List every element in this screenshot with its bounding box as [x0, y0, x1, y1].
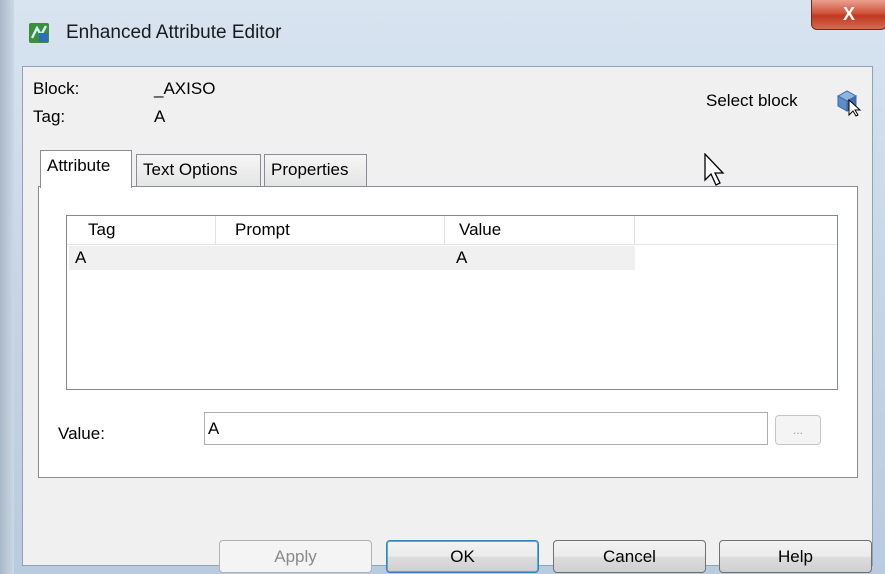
column-header-value[interactable]: Value [445, 216, 635, 244]
title-bar[interactable]: Enhanced Attribute Editor X [14, 0, 885, 66]
block-label: Block: [33, 79, 80, 98]
cancel-button[interactable]: Cancel [553, 540, 706, 573]
browse-button[interactable]: ... [775, 415, 821, 445]
apply-button[interactable]: Apply [219, 540, 372, 573]
list-header: Tag Prompt Value [67, 216, 837, 245]
tab-attribute[interactable]: Attribute [40, 150, 132, 188]
close-button[interactable]: X [811, 0, 885, 30]
column-header-empty [635, 216, 837, 244]
window-border [0, 0, 14, 574]
tag-label: Tag: [33, 107, 66, 126]
column-header-prompt[interactable]: Prompt [216, 216, 445, 244]
dialog-window: Enhanced Attribute Editor X Block: _AXIS… [0, 0, 885, 574]
select-block-icon[interactable] [832, 87, 862, 117]
attribute-list[interactable]: Tag Prompt Value A A [66, 215, 838, 390]
attribute-editor-icon [29, 23, 49, 43]
mouse-cursor-icon [704, 153, 725, 186]
ok-button[interactable]: OK [386, 540, 539, 573]
column-header-tag[interactable]: Tag [67, 216, 216, 244]
block-value: _AXISO [154, 79, 216, 98]
row-value: A [456, 248, 468, 267]
help-button[interactable]: Help [719, 540, 872, 573]
row-tag: A [75, 248, 87, 267]
tab-properties[interactable]: Properties [264, 154, 367, 188]
value-input[interactable] [204, 412, 768, 445]
tag-value: A [154, 107, 166, 126]
dialog-body: Block: _AXISO Tag: A Select block Attrib… [22, 66, 873, 573]
table-row[interactable]: A A [69, 246, 635, 270]
window-title: Enhanced Attribute Editor [66, 22, 282, 43]
tab-text-options[interactable]: Text Options [136, 154, 261, 188]
value-label: Value: [58, 424, 105, 443]
select-block-label: Select block [706, 91, 798, 110]
